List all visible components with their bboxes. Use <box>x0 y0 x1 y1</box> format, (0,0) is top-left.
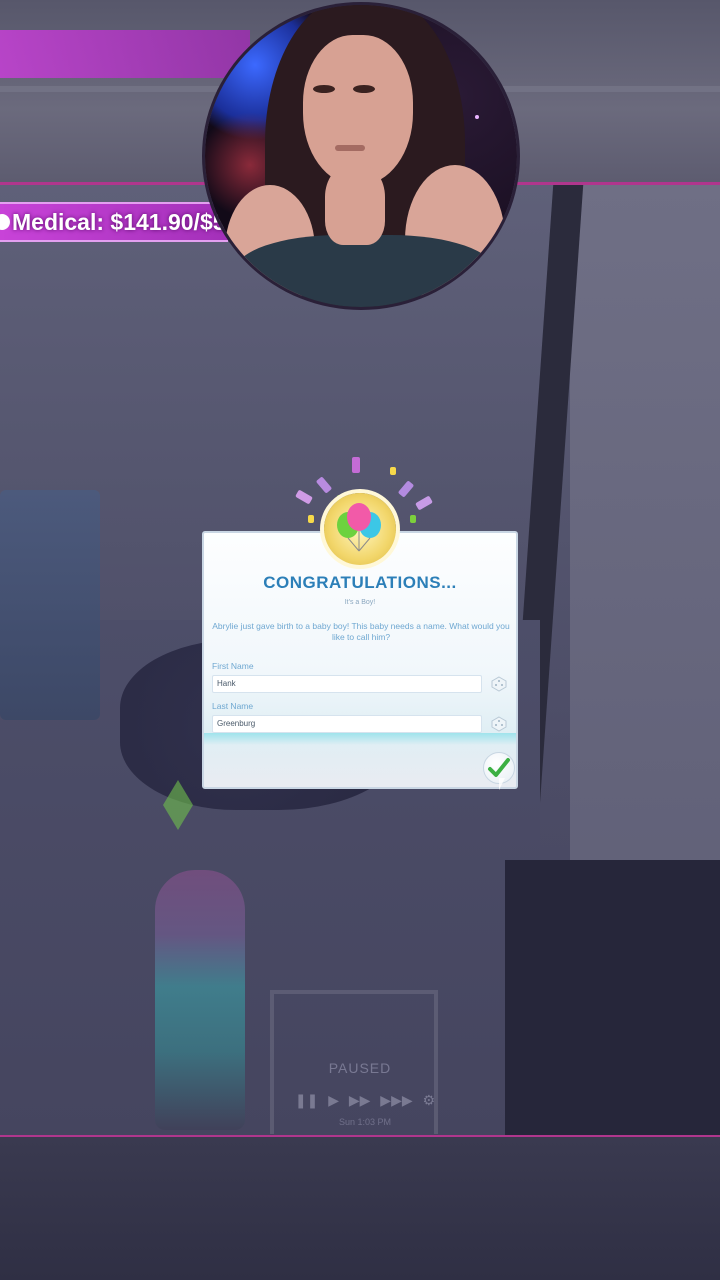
randomize-last-name-button[interactable] <box>488 715 510 733</box>
medical-icon <box>0 214 10 230</box>
confetti-piece <box>352 457 360 473</box>
confetti-piece <box>397 480 415 498</box>
confetti-piece <box>410 515 416 523</box>
dialog-divider <box>204 733 516 745</box>
treadmill-object <box>0 490 100 720</box>
streamer-eye <box>313 85 335 93</box>
streamer-eye <box>353 85 375 93</box>
medical-goal-text: Medical: $141.90/$500 <box>12 208 228 235</box>
last-name-label: Last Name <box>212 701 254 711</box>
game-clock: Sun 1:03 PM <box>338 1117 392 1127</box>
check-icon <box>488 758 510 777</box>
dice-icon <box>491 676 507 692</box>
streamer-shirt <box>235 235 495 307</box>
balloons-icon <box>324 493 396 565</box>
speed-controls: ❚❚ ▶ ▶▶ ▶▶▶ ⚙ <box>290 1088 440 1112</box>
confetti-piece <box>390 467 396 475</box>
streamer-webcam <box>205 5 517 307</box>
birth-naming-dialog: Congratulations... It's a Boy! Abrylie j… <box>202 455 518 790</box>
dialog-panel: Congratulations... It's a Boy! Abrylie j… <box>202 531 518 789</box>
ultra-speed-icon[interactable]: ▶▶▶ <box>380 1092 412 1109</box>
confetti-piece <box>315 476 333 494</box>
dialog-title: Congratulations... <box>263 573 457 592</box>
fast-forward-icon[interactable]: ▶▶ <box>349 1092 371 1109</box>
confetti-piece <box>415 495 433 511</box>
first-name-label: First Name <box>212 661 254 671</box>
sim-character[interactable] <box>155 870 245 1130</box>
confetti-piece <box>308 515 314 523</box>
last-name-field[interactable]: Greenburg <box>212 715 482 733</box>
paused-label: PAUSED <box>328 1060 392 1076</box>
play-icon[interactable]: ▶ <box>328 1092 339 1109</box>
streamer-hand <box>325 165 385 245</box>
medical-goal-bar: Medical: $141.90/$500 <box>0 202 228 242</box>
streamer-mouth <box>335 145 365 151</box>
randomize-first-name-button[interactable] <box>488 675 510 693</box>
dialog-message: Abrylie just gave birth to a baby boy! T… <box>212 621 510 642</box>
pause-icon[interactable]: ❚❚ <box>295 1092 318 1109</box>
dark-furniture <box>505 860 720 1135</box>
mouse-cursor <box>499 778 505 790</box>
dice-icon <box>491 716 507 732</box>
bottom-blurred-band <box>0 1137 720 1280</box>
streamer-face <box>303 35 413 185</box>
star-decor <box>475 115 479 119</box>
confetti-piece <box>295 489 313 505</box>
first-name-field[interactable]: Hank <box>212 675 482 693</box>
dialog-subtitle: It's a Boy! <box>344 599 376 606</box>
settings-icon[interactable]: ⚙ <box>422 1092 435 1109</box>
